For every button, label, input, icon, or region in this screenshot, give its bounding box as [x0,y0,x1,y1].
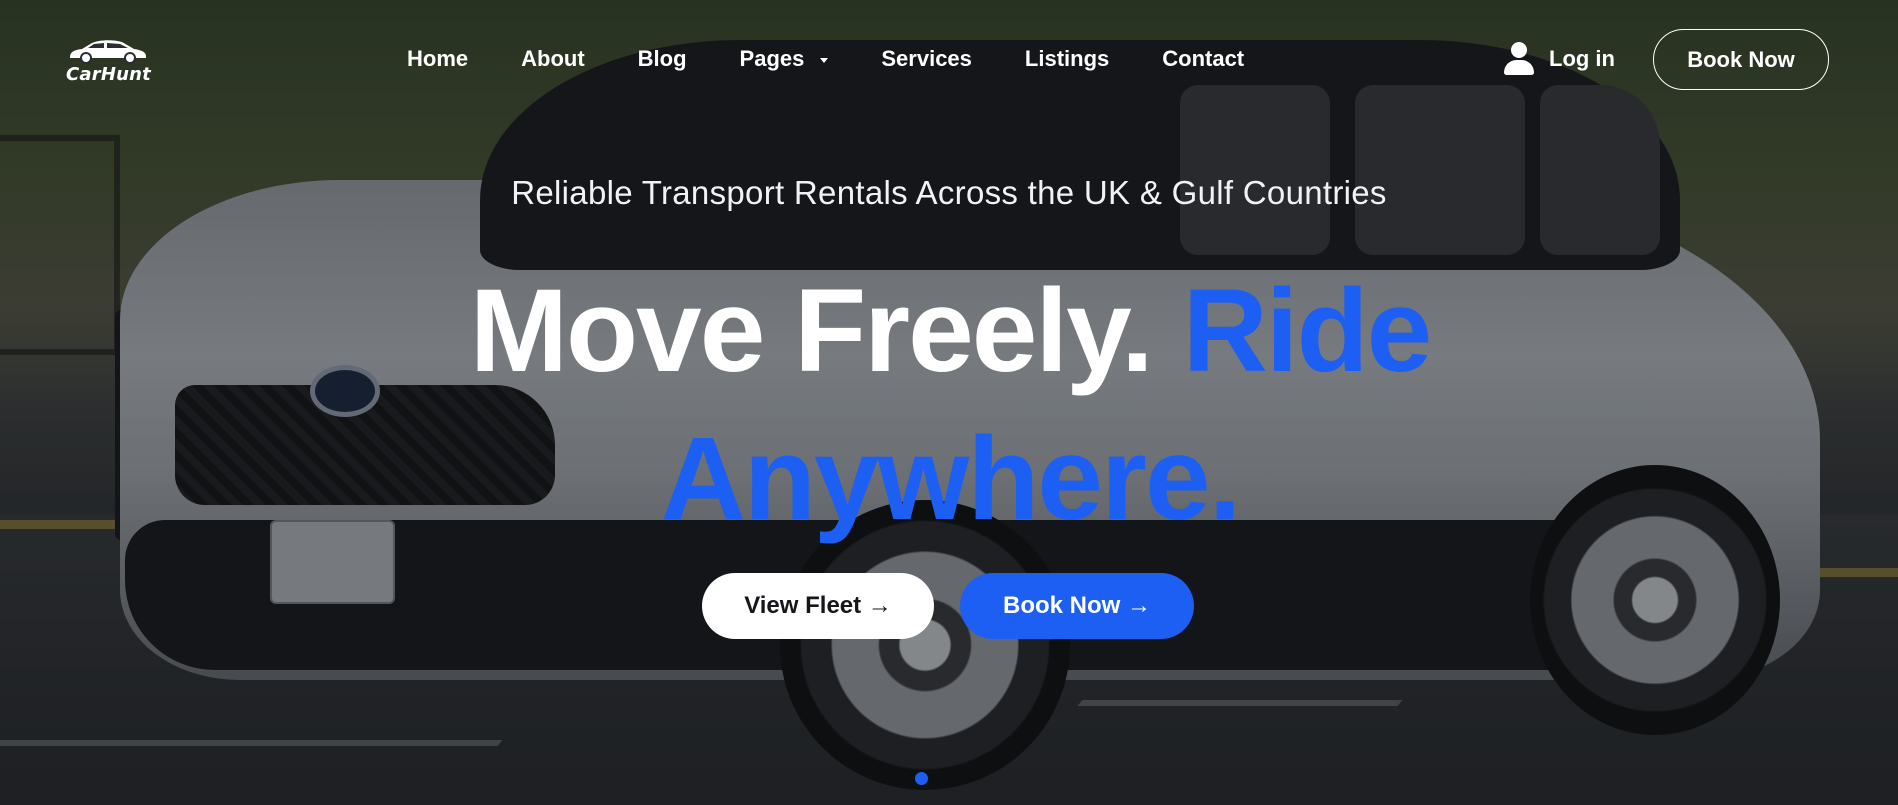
headline-white-part: Move Freely. [469,265,1154,397]
nav-link-about[interactable]: About [521,46,585,72]
car-logo-icon [70,40,146,64]
book-now-nav-button[interactable]: Book Now [1653,29,1829,90]
user-icon [1503,42,1534,76]
hero-headline: Move Freely. Ride Anywhere. [380,257,1520,553]
view-fleet-button[interactable]: View Fleet → [702,573,934,639]
nav-link-contact[interactable]: Contact [1162,46,1244,72]
brand-name: CarHunt [66,64,151,85]
login-link[interactable]: Log in [1503,42,1615,76]
nav-link-home[interactable]: Home [407,46,468,72]
login-label: Log in [1549,46,1615,71]
nav-link-blog[interactable]: Blog [638,46,687,72]
brand-logo[interactable]: CarHunt [64,38,154,88]
top-navbar: CarHunt Home About Blog Pages Services L… [0,0,1898,120]
book-now-button[interactable]: Book Now → [960,573,1194,639]
nav-link-services[interactable]: Services [881,46,972,72]
nav-link-pages-label: Pages [739,46,805,71]
main-menu: Home About Blog Pages Services Listings … [407,46,1297,72]
slider-indicator-dot[interactable] [915,772,928,785]
chevron-down-icon [820,57,829,63]
hero-section: CarHunt Home About Blog Pages Services L… [0,0,1898,805]
nav-link-pages[interactable]: Pages [740,46,829,72]
hero-tagline: Reliable Transport Rentals Across the UK… [511,174,1387,211]
nav-link-listings[interactable]: Listings [1025,46,1109,72]
